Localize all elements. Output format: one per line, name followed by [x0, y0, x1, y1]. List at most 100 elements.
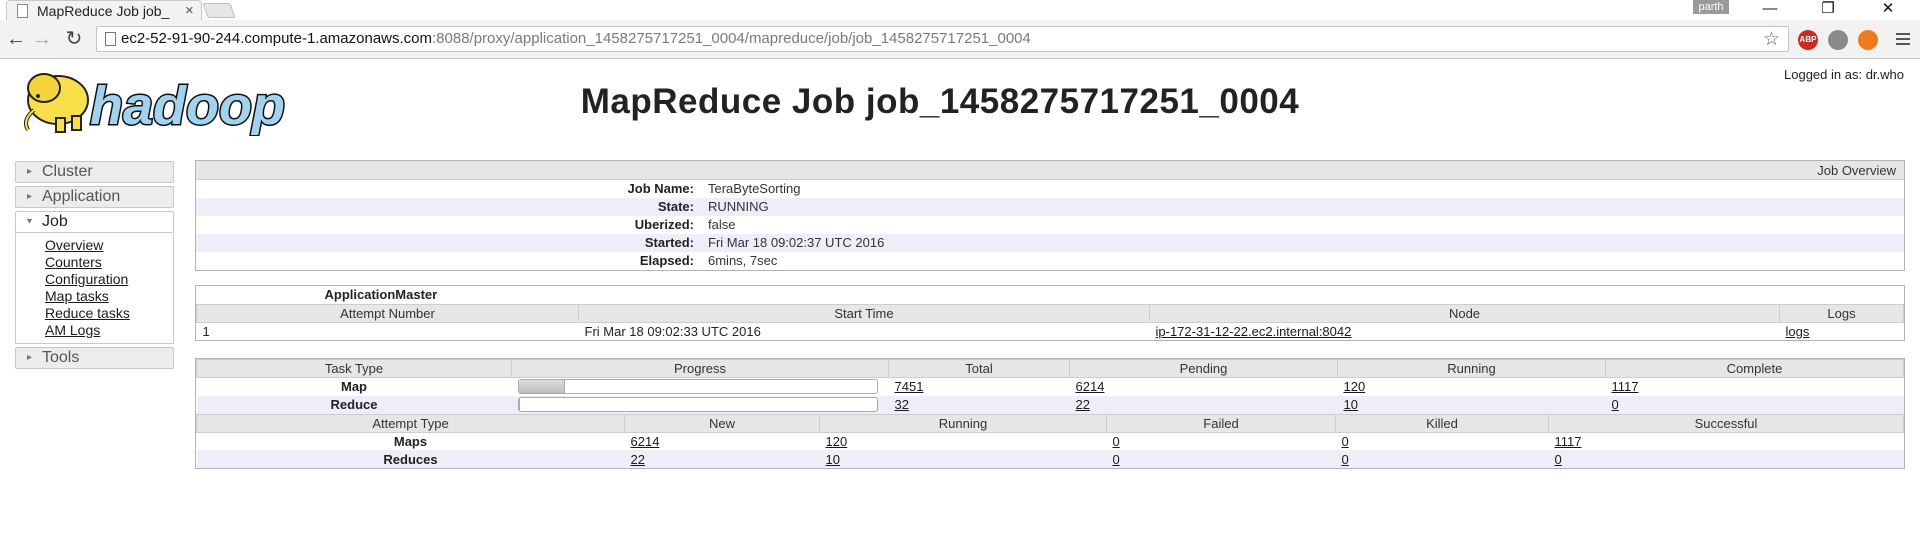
reduces-running-link[interactable]: 10 [826, 452, 840, 467]
overview-value: false [708, 217, 736, 232]
adblock-icon[interactable]: ABP [1798, 30, 1818, 50]
task-type: Reduce [196, 395, 512, 414]
reduce-complete-link[interactable]: 0 [1612, 397, 1619, 412]
job-overview-panel: Job Overview Job Name: TeraByteSorting S… [195, 160, 1905, 271]
am-table: ApplicationMaster Attempt Number Start T… [196, 286, 1904, 340]
overview-value: TeraByteSorting [708, 181, 801, 196]
overview-key: Job Name: [627, 181, 694, 196]
reduce-pending-link[interactable]: 22 [1076, 397, 1090, 412]
col-start-time: Start Time [578, 303, 1150, 323]
collapsed-arrow-icon: ▸ [27, 166, 33, 177]
reduce-progress-bar[interactable] [517, 397, 878, 412]
reload-icon[interactable]: ↻ [62, 27, 86, 51]
overview-key: State: [657, 199, 694, 214]
maps-running-link[interactable]: 120 [826, 434, 848, 449]
map-running-link[interactable]: 120 [1344, 379, 1366, 394]
browser-menu-icon[interactable] [1896, 30, 1912, 48]
svg-text:hadoop: hadoop [90, 76, 285, 136]
collapsed-arrow-icon: ▸ [27, 352, 33, 363]
back-arrow-icon[interactable]: ← [4, 27, 28, 51]
sidebar-application[interactable]: ▸ Application [15, 186, 174, 208]
page-title: MapReduce Job job_1458275717251_0004 [580, 82, 1300, 121]
reduces-new-link[interactable]: 22 [631, 452, 645, 467]
reduce-running-link[interactable]: 10 [1344, 397, 1358, 412]
maximize-button[interactable]: ❐ [1806, 0, 1850, 18]
profile-badge[interactable]: parth [1693, 0, 1729, 14]
extension-flame-icon[interactable] [1858, 30, 1878, 50]
table-row: Reduce 32 22 10 0 [196, 395, 1904, 414]
col-failed: Failed [1106, 413, 1336, 433]
overview-value: Fri Mar 18 09:02:37 UTC 2016 [708, 235, 885, 250]
am-node-link[interactable]: ip-172-31-12-22.ec2.internal:8042 [1156, 324, 1352, 339]
link-configuration[interactable]: Configuration [45, 271, 173, 288]
link-counters[interactable]: Counters [45, 254, 173, 271]
reduces-killed-link[interactable]: 0 [1342, 452, 1349, 467]
map-progress-bar[interactable] [517, 379, 878, 395]
sidebar: ▸ Cluster ▸ Application ▾ Job Overview C… [15, 161, 174, 372]
am-start-time: Fri Mar 18 09:02:33 UTC 2016 [584, 323, 761, 339]
maps-new-link[interactable]: 6214 [631, 434, 660, 449]
tab-close-icon[interactable]: × [185, 2, 194, 19]
col-attempt-type: Attempt Type [196, 413, 625, 433]
page-info-icon[interactable] [105, 32, 116, 46]
col-killed: Killed [1335, 413, 1549, 433]
am-attempt: 1 [202, 323, 210, 339]
col-progress: Progress [511, 359, 889, 378]
col-task-type: Task Type [196, 359, 512, 378]
forward-arrow-icon[interactable]: → [30, 27, 54, 51]
link-am-logs[interactable]: AM Logs [45, 322, 173, 339]
attempt-type: Maps [393, 433, 428, 449]
col-attempt-number: Attempt Number [196, 303, 579, 323]
bookmark-star-icon[interactable]: ☆ [1763, 28, 1780, 51]
col-running: Running [1337, 359, 1606, 378]
overview-row: Job Name: TeraByteSorting [196, 180, 1904, 198]
overview-row: Started: Fri Mar 18 09:02:37 UTC 2016 [196, 234, 1904, 252]
overview-key: Uberized: [634, 217, 694, 232]
sidebar-tools[interactable]: ▸ Tools [15, 347, 174, 369]
maps-failed-link[interactable]: 0 [1113, 434, 1120, 449]
map-pending-link[interactable]: 6214 [1076, 379, 1105, 394]
maps-killed-link[interactable]: 0 [1342, 434, 1349, 449]
application-master-panel: ApplicationMaster Attempt Number Start T… [195, 285, 1905, 341]
attempts-table: Attempt Type New Running Failed Killed S… [196, 413, 1904, 468]
overview-row: Elapsed: 6mins, 7sec [196, 252, 1904, 270]
maps-successful-link[interactable]: 1117 [1555, 434, 1582, 449]
map-total-link[interactable]: 7451 [895, 379, 924, 394]
browser-titlebar: MapReduce Job job_ × parth — ❐ ✕ [0, 0, 1920, 20]
col-total: Total [888, 359, 1070, 378]
expanded-arrow-icon: ▾ [27, 216, 33, 227]
sidebar-cluster[interactable]: ▸ Cluster [15, 161, 174, 183]
link-map-tasks[interactable]: Map tasks [45, 288, 173, 305]
overview-row: State: RUNNING [196, 198, 1904, 216]
close-window-button[interactable]: ✕ [1866, 0, 1910, 18]
col-pending: Pending [1069, 359, 1338, 378]
link-overview[interactable]: Overview [45, 237, 173, 254]
col-successful: Successful [1548, 413, 1904, 433]
url-text[interactable]: ec2-52-91-90-244.compute-1.amazonaws.com… [121, 30, 1031, 47]
reduce-total-link[interactable]: 32 [895, 397, 909, 412]
am-heading: ApplicationMaster [324, 287, 438, 303]
job-overview-heading: Job Overview [196, 161, 1904, 180]
job-links: Overview Counters Configuration Map task… [15, 233, 174, 344]
table-row: Reduces 22 10 0 0 0 [196, 450, 1904, 468]
col-attempt-running: Running [819, 413, 1107, 433]
tasks-panel: Task Type Progress Total Pending Running… [195, 358, 1905, 469]
sidebar-job[interactable]: ▾ Job [15, 211, 174, 233]
extension-globe-icon[interactable] [1828, 30, 1848, 50]
logged-in-label: Logged in as: dr.who [1784, 67, 1904, 82]
page-icon [17, 4, 28, 18]
col-node: Node [1149, 303, 1780, 323]
table-row: Maps 6214 120 0 0 1117 [197, 432, 1904, 450]
hadoop-logo[interactable]: hadoop [16, 66, 316, 136]
map-complete-link[interactable]: 1117 [1612, 379, 1639, 394]
col-new: New [624, 413, 820, 433]
new-tab-button[interactable] [202, 3, 236, 18]
reduces-successful-link[interactable]: 0 [1555, 452, 1562, 467]
table-row: 1 Fri Mar 18 09:02:33 UTC 2016 ip-172-31… [197, 322, 1904, 340]
reduces-failed-link[interactable]: 0 [1113, 452, 1120, 467]
link-reduce-tasks[interactable]: Reduce tasks [45, 305, 173, 322]
minimize-button[interactable]: — [1748, 0, 1792, 18]
address-bar[interactable]: ec2-52-91-90-244.compute-1.amazonaws.com… [96, 26, 1789, 52]
browser-tab[interactable]: MapReduce Job job_ × [6, 0, 202, 20]
am-logs-link[interactable]: logs [1786, 324, 1810, 339]
